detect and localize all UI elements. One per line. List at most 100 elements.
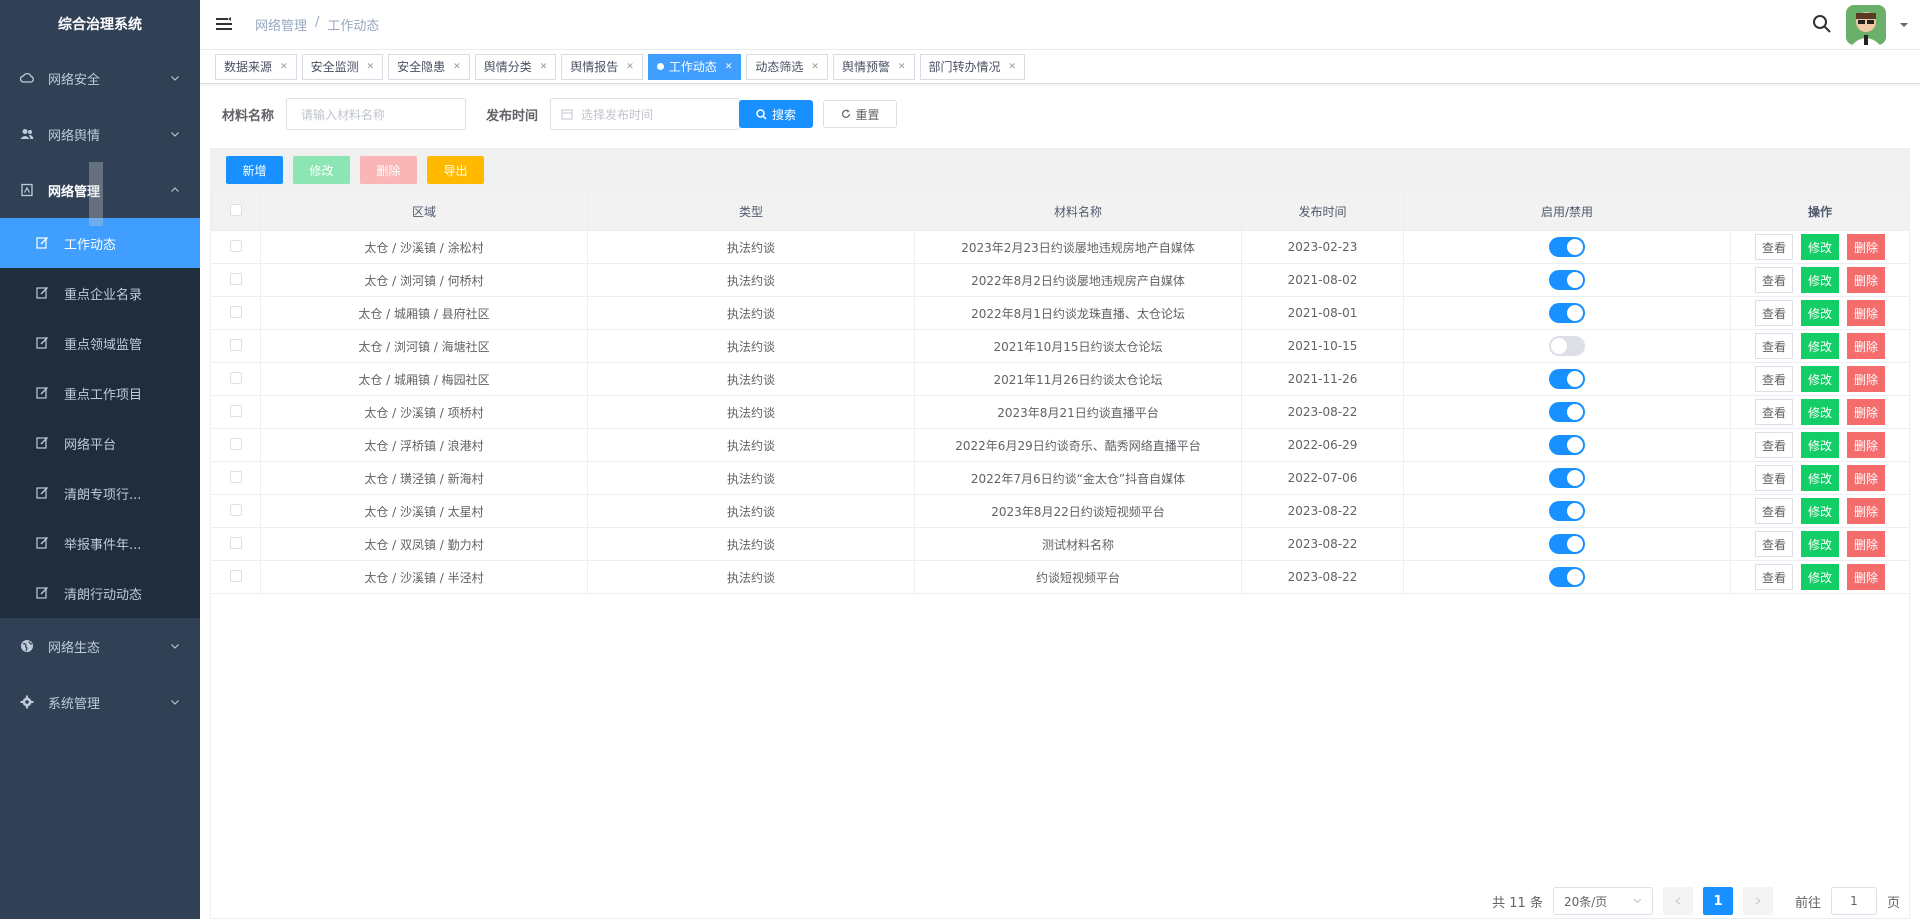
enable-switch[interactable]: [1549, 402, 1585, 422]
row-checkbox[interactable]: [229, 404, 242, 417]
row-select-cell[interactable]: [211, 494, 261, 528]
row-delete-button[interactable]: 删除: [1847, 267, 1885, 293]
tag-6[interactable]: 动态筛选 ✕: [746, 53, 828, 80]
row-checkbox[interactable]: [229, 470, 242, 483]
close-icon[interactable]: ✕: [367, 62, 375, 72]
sidebar-menu-globe[interactable]: 网络生态: [0, 618, 200, 674]
enable-switch[interactable]: [1549, 336, 1585, 356]
view-button[interactable]: 查看: [1755, 432, 1793, 458]
row-select-cell[interactable]: [211, 329, 261, 363]
row-delete-button[interactable]: 删除: [1847, 366, 1885, 392]
view-button[interactable]: 查看: [1755, 333, 1793, 359]
view-button[interactable]: 查看: [1755, 399, 1793, 425]
submenu-item-2[interactable]: 重点领域监管: [0, 318, 200, 368]
view-button[interactable]: 查看: [1755, 564, 1793, 590]
row-checkbox[interactable]: [229, 239, 242, 252]
row-edit-button[interactable]: 修改: [1801, 531, 1839, 557]
close-icon[interactable]: ✕: [1009, 62, 1017, 72]
row-select-cell[interactable]: [211, 461, 261, 495]
tag-8[interactable]: 部门转办情况 ✕: [919, 53, 1026, 80]
row-select-cell[interactable]: [211, 428, 261, 462]
enable-switch[interactable]: [1549, 369, 1585, 389]
enable-switch[interactable]: [1549, 468, 1585, 488]
close-icon[interactable]: ✕: [811, 62, 819, 72]
row-checkbox[interactable]: [229, 437, 242, 450]
view-button[interactable]: 查看: [1755, 234, 1793, 260]
row-select-cell[interactable]: [211, 395, 261, 429]
row-edit-button[interactable]: 修改: [1801, 267, 1839, 293]
goto-input[interactable]: 1: [1830, 887, 1877, 915]
row-edit-button[interactable]: 修改: [1801, 234, 1839, 260]
row-delete-button[interactable]: 删除: [1847, 432, 1885, 458]
row-checkbox[interactable]: [229, 371, 242, 384]
row-delete-button[interactable]: 删除: [1847, 300, 1885, 326]
tag-1[interactable]: 安全监测 ✕: [301, 53, 384, 80]
hamburger-icon[interactable]: [215, 15, 235, 35]
row-delete-button[interactable]: 删除: [1847, 498, 1885, 524]
tag-7[interactable]: 舆情预警 ✕: [832, 53, 915, 80]
view-button[interactable]: 查看: [1755, 300, 1793, 326]
page-size-select[interactable]: 20条/页: [1552, 887, 1653, 915]
select-all-cell[interactable]: [211, 191, 261, 231]
row-select-cell[interactable]: [211, 296, 261, 330]
row-checkbox[interactable]: [229, 338, 242, 351]
tag-0[interactable]: 数据来源 ✕: [215, 53, 297, 80]
row-edit-button[interactable]: 修改: [1801, 564, 1839, 590]
row-select-cell[interactable]: [211, 527, 261, 561]
row-delete-button[interactable]: 删除: [1847, 465, 1885, 491]
add-button[interactable]: 新增: [226, 156, 283, 184]
tag-4[interactable]: 舆情报告 ✕: [561, 53, 643, 80]
row-checkbox[interactable]: [229, 536, 242, 549]
row-edit-button[interactable]: 修改: [1801, 366, 1839, 392]
submenu-item-4[interactable]: 网络平台: [0, 418, 200, 468]
enable-switch[interactable]: [1549, 237, 1585, 257]
search-button[interactable]: 搜索: [739, 100, 814, 128]
view-button[interactable]: 查看: [1755, 366, 1793, 392]
sidebar-scrollbar[interactable]: [89, 162, 103, 226]
row-delete-button[interactable]: 删除: [1847, 333, 1885, 359]
close-icon[interactable]: ✕: [898, 62, 906, 72]
row-delete-button[interactable]: 删除: [1847, 399, 1885, 425]
enable-switch[interactable]: [1549, 270, 1585, 290]
edit-button[interactable]: 修改: [293, 156, 350, 184]
submenu-item-3[interactable]: 重点工作项目: [0, 368, 200, 418]
breadcrumb-parent[interactable]: 网络管理: [255, 15, 307, 34]
row-edit-button[interactable]: 修改: [1801, 498, 1839, 524]
row-edit-button[interactable]: 修改: [1801, 399, 1839, 425]
row-checkbox[interactable]: [229, 503, 242, 516]
row-select-cell[interactable]: [211, 362, 261, 396]
submenu-item-5[interactable]: 清朗专项行...: [0, 468, 200, 518]
enable-switch[interactable]: [1549, 435, 1585, 455]
view-button[interactable]: 查看: [1755, 531, 1793, 557]
row-delete-button[interactable]: 删除: [1847, 531, 1885, 557]
row-delete-button[interactable]: 删除: [1847, 234, 1885, 260]
row-edit-button[interactable]: 修改: [1801, 465, 1839, 491]
next-page-button[interactable]: [1742, 887, 1773, 915]
caret-down-icon[interactable]: [1900, 18, 1908, 32]
prev-page-button[interactable]: [1662, 887, 1693, 915]
close-icon[interactable]: ✕: [725, 62, 733, 72]
row-edit-button[interactable]: 修改: [1801, 300, 1839, 326]
sidebar-menu-cloud[interactable]: 网络安全: [0, 50, 200, 106]
sidebar-menu-users[interactable]: 网络舆情: [0, 106, 200, 162]
row-edit-button[interactable]: 修改: [1801, 333, 1839, 359]
close-icon[interactable]: ✕: [626, 62, 634, 72]
reset-button[interactable]: 重置: [823, 100, 898, 128]
row-select-cell[interactable]: [211, 560, 261, 594]
search-icon[interactable]: [1812, 14, 1832, 37]
row-delete-button[interactable]: 删除: [1847, 564, 1885, 590]
enable-switch[interactable]: [1549, 303, 1585, 323]
view-button[interactable]: 查看: [1755, 498, 1793, 524]
row-checkbox[interactable]: [229, 305, 242, 318]
enable-switch[interactable]: [1549, 501, 1585, 521]
view-button[interactable]: 查看: [1755, 465, 1793, 491]
name-input[interactable]: 请输入材料名称: [286, 98, 467, 130]
sidebar-menu-gear[interactable]: 系统管理: [0, 674, 200, 730]
close-icon[interactable]: ✕: [453, 62, 461, 72]
submenu-item-1[interactable]: 重点企业名录: [0, 268, 200, 318]
tag-2[interactable]: 安全隐患 ✕: [388, 53, 470, 80]
close-icon[interactable]: ✕: [280, 62, 288, 72]
row-checkbox[interactable]: [229, 272, 242, 285]
row-checkbox[interactable]: [229, 569, 242, 582]
submenu-item-7[interactable]: 清朗行动动态: [0, 568, 200, 618]
